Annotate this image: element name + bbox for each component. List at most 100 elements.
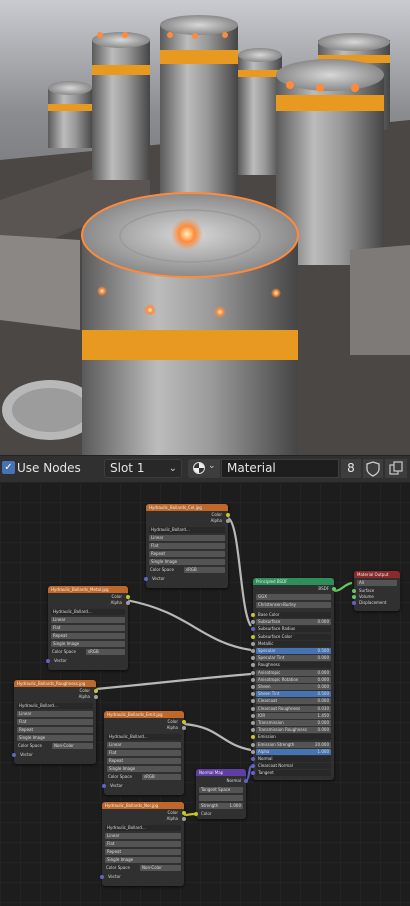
bsdf-input-field[interactable]: Specular 0.500 bbox=[256, 648, 331, 654]
bsdf-input-field[interactable]: Alpha 1.000 bbox=[256, 748, 331, 755]
bsdf-input-field[interactable]: Metallic bbox=[256, 640, 331, 647]
color-output-socket[interactable] bbox=[94, 689, 98, 693]
bsdf-input-field[interactable]: Clearcoat Roughness 0.030 bbox=[256, 705, 331, 712]
extension-dropdown[interactable]: Repeat bbox=[149, 551, 225, 557]
bsdf-input-socket[interactable] bbox=[251, 692, 255, 697]
alpha-output-socket[interactable] bbox=[94, 695, 98, 699]
source-dropdown[interactable]: Single Image bbox=[51, 641, 125, 647]
source-dropdown[interactable]: Single Image bbox=[105, 857, 181, 863]
alpha-output-socket[interactable] bbox=[182, 817, 186, 821]
bsdf-input-socket[interactable] bbox=[251, 749, 255, 754]
color-output-socket[interactable] bbox=[182, 720, 186, 724]
interpolation-dropdown[interactable]: Linear bbox=[105, 833, 181, 839]
bsdf-input-field[interactable]: Clearcoat Normal bbox=[256, 763, 331, 770]
alpha-output-socket[interactable] bbox=[126, 601, 130, 605]
bsdf-input-field[interactable]: Sheen Tint 0.500 bbox=[256, 691, 331, 698]
node-header[interactable]: Principled BSDF bbox=[253, 578, 334, 585]
colorspace-dropdown[interactable]: sRGB bbox=[184, 567, 225, 573]
user-count-button[interactable]: 8 bbox=[341, 459, 361, 478]
slot-dropdown[interactable]: Slot 1 ⌄ bbox=[104, 459, 182, 478]
3d-viewport[interactable] bbox=[0, 0, 410, 455]
source-dropdown[interactable]: Single Image bbox=[149, 559, 225, 565]
normal-map-node[interactable]: Normal Map Normal Tangent Space Strength… bbox=[194, 769, 248, 819]
bsdf-input-field[interactable]: Emission bbox=[256, 734, 331, 741]
bsdf-output-socket[interactable] bbox=[332, 587, 336, 591]
projection-dropdown[interactable]: Flat bbox=[107, 750, 181, 756]
alpha-output-socket[interactable] bbox=[182, 726, 186, 730]
bsdf-input-field[interactable]: Anisotropic 0.000 bbox=[256, 669, 331, 676]
bsdf-input-field[interactable]: Subsurface 0.000 bbox=[256, 619, 331, 626]
bsdf-input-socket[interactable] bbox=[251, 641, 255, 646]
distribution-dropdown[interactable]: GGX bbox=[256, 594, 331, 600]
bsdf-input-socket[interactable] bbox=[251, 613, 255, 617]
extension-dropdown[interactable]: Repeat bbox=[105, 849, 181, 855]
displacement-input-socket[interactable] bbox=[352, 601, 356, 605]
image-texture-node[interactable]: Hydraulic_Bollards_Col.jpg Color Alpha H… bbox=[144, 504, 230, 588]
bsdf-input-field[interactable]: Anisotropic Rotation 0.000 bbox=[256, 676, 331, 683]
vector-input-socket[interactable] bbox=[144, 577, 148, 581]
color-output-socket[interactable] bbox=[126, 595, 130, 599]
bsdf-input-socket[interactable] bbox=[251, 663, 255, 668]
bsdf-input-field[interactable]: Subsurface Radius bbox=[256, 626, 331, 633]
node-header[interactable]: Hydraulic_Bollards_Roughness.jpg bbox=[14, 680, 96, 687]
source-dropdown[interactable]: Single Image bbox=[17, 735, 93, 741]
bsdf-input-socket[interactable] bbox=[251, 735, 255, 740]
projection-dropdown[interactable]: Flat bbox=[105, 841, 181, 847]
colorspace-dropdown[interactable]: sRGB bbox=[142, 774, 181, 780]
image-selector[interactable]: Hydraulic_Bollard... bbox=[107, 734, 181, 740]
bsdf-input-socket[interactable] bbox=[251, 699, 255, 704]
bsdf-input-field[interactable]: IOR 1.450 bbox=[256, 712, 331, 719]
image-texture-node[interactable]: Hydraulic_Bollards_Emit.jpg Color Alpha … bbox=[102, 711, 186, 795]
fake-user-button[interactable] bbox=[363, 459, 383, 478]
bsdf-input-socket[interactable] bbox=[251, 742, 255, 747]
bsdf-input-socket[interactable] bbox=[251, 634, 255, 639]
bsdf-input-field[interactable]: Normal bbox=[256, 756, 331, 762]
bsdf-input-socket[interactable] bbox=[251, 656, 255, 661]
bsdf-input-field[interactable]: Base Color bbox=[256, 612, 331, 618]
source-dropdown[interactable]: Single Image bbox=[107, 766, 181, 772]
bsdf-input-field[interactable]: Sheen 0.000 bbox=[256, 684, 331, 690]
node-header[interactable]: Normal Map bbox=[196, 769, 246, 776]
extension-dropdown[interactable]: Repeat bbox=[107, 758, 181, 764]
browse-material-button[interactable]: ⌄ bbox=[188, 459, 220, 478]
node-header[interactable]: Hydraulic_Bollards_Metal.jpg bbox=[48, 586, 128, 593]
image-texture-node[interactable]: Hydraulic_Bollards_Roughness.jpg Color A… bbox=[12, 680, 98, 764]
node-header[interactable]: Hydraulic_Bollards_Col.jpg bbox=[146, 504, 228, 511]
color-input-socket[interactable] bbox=[194, 812, 198, 816]
interpolation-dropdown[interactable]: Linear bbox=[107, 742, 181, 748]
node-header[interactable]: Hydraulic_Bollards_Emit.jpg bbox=[104, 711, 184, 718]
color-output-socket[interactable] bbox=[226, 513, 230, 517]
principled-bsdf-node[interactable]: Principled BSDF BSDF GGX Christensen-Bur… bbox=[251, 578, 336, 780]
material-output-node[interactable]: Material Output All Surface Volume Displ… bbox=[352, 571, 400, 611]
normal-output-socket[interactable] bbox=[244, 779, 248, 783]
colorspace-dropdown[interactable]: Non-Color bbox=[140, 865, 181, 871]
use-nodes-checkbox[interactable]: ✓ bbox=[2, 461, 15, 474]
projection-dropdown[interactable]: Flat bbox=[51, 625, 125, 631]
space-dropdown[interactable]: Tangent Space bbox=[199, 787, 243, 793]
volume-input-socket[interactable] bbox=[352, 595, 356, 599]
colorspace-dropdown[interactable]: Non-Color bbox=[52, 743, 93, 749]
bsdf-input-socket[interactable] bbox=[251, 728, 255, 733]
bsdf-input-field[interactable]: Tangent bbox=[256, 770, 331, 777]
image-selector[interactable]: Hydraulic_Bollard... bbox=[51, 609, 125, 615]
alpha-output-socket[interactable] bbox=[226, 519, 230, 523]
bsdf-input-socket[interactable] bbox=[251, 649, 255, 653]
bsdf-input-socket[interactable] bbox=[251, 713, 255, 718]
bsdf-input-socket[interactable] bbox=[251, 677, 255, 682]
bsdf-input-socket[interactable] bbox=[251, 706, 255, 711]
vector-input-socket[interactable] bbox=[100, 875, 104, 879]
bsdf-input-field[interactable]: Transmission Roughness 0.000 bbox=[256, 727, 331, 734]
image-texture-node[interactable]: Hydraulic_Bollards_Metal.jpg Color Alpha… bbox=[46, 586, 130, 670]
image-selector[interactable]: Hydraulic_Bollard... bbox=[149, 527, 225, 533]
bsdf-input-socket[interactable] bbox=[251, 685, 255, 689]
image-selector[interactable]: Hydraulic_Bollard... bbox=[105, 825, 181, 831]
uv-map-field[interactable] bbox=[199, 795, 243, 801]
interpolation-dropdown[interactable]: Linear bbox=[149, 535, 225, 541]
extension-dropdown[interactable]: Repeat bbox=[51, 633, 125, 639]
surface-input-socket[interactable] bbox=[352, 589, 356, 593]
node-header[interactable]: Material Output bbox=[354, 571, 400, 578]
node-header[interactable]: Hydraulic_Bollards_Nor.jpg bbox=[102, 802, 184, 809]
extension-dropdown[interactable]: Repeat bbox=[17, 727, 93, 733]
bsdf-input-socket[interactable] bbox=[251, 670, 255, 675]
new-material-button[interactable] bbox=[385, 459, 407, 478]
